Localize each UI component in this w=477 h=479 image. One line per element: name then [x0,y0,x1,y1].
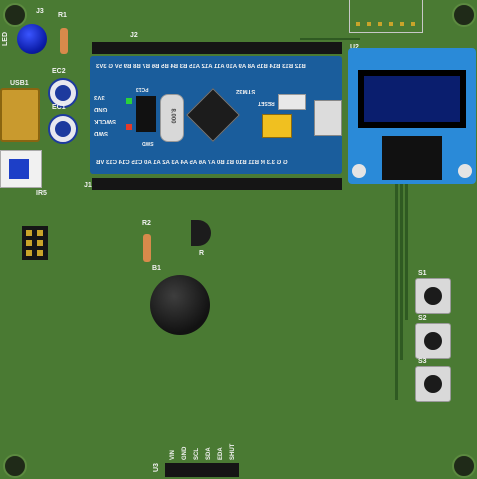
oled-screen [358,70,466,128]
button-cap [424,287,442,305]
label-j1: J1 [84,182,92,189]
pcb-board: J3 LED R1 EC2 EC1 USB1 IR5 J2 B12 B13 B1… [0,0,477,479]
mcu-chip [186,88,240,142]
label-b1: B1 [152,265,161,272]
reset-button[interactable] [278,94,306,110]
usb-connector [0,88,40,142]
oled-module [348,48,476,184]
voltage-regulator [136,96,156,132]
label-s1: S1 [418,270,427,277]
led-component [17,24,47,54]
u3-pin-shut: SHUT [230,443,236,460]
bluepill-bottom-pin-labels: G G 3.3 R B11 B10 B1 B0 A7 A6 A5 A4 A3 A… [96,160,288,166]
bluepill-top-pin-labels: B12 B13 B14 B15 A8 A9 A10 A11 A12 A15 B3… [96,64,306,70]
push-button-s2[interactable] [415,323,451,359]
led-red [126,124,132,130]
label-r2: R2 [142,220,151,227]
push-button-s1[interactable] [415,278,451,314]
label-usb1: USB1 [10,80,29,87]
u3-pin-scl: SCL [194,448,200,460]
pcb-trace [405,180,408,320]
label-ir5: IR5 [36,190,47,197]
bluepill-side-label-3v3: 3V3 [94,94,105,100]
header-j1 [92,178,342,190]
pcb-trace [300,38,360,40]
u3-pin-vin: VIN [170,449,176,460]
capacitor-ec1 [48,114,78,144]
label-s2: S2 [418,315,427,322]
stm32-bluepill-board: B12 B13 B14 B15 A8 A9 A10 A11 A12 A15 B3… [90,56,342,174]
button-cap [424,332,442,350]
label-swd: SWD [142,140,154,146]
label-s3: S3 [418,358,427,365]
label-ec1: EC1 [52,104,66,111]
mcu-label: STM32 [236,88,256,94]
label-ec2: EC2 [52,68,66,75]
mounting-hole-bottom-left [3,454,27,478]
oled-ribbon [382,136,442,180]
button-cap [424,375,442,393]
u3-pin-eda: EDA [218,447,224,460]
buzzer-b1 [150,275,210,335]
label-u3: U3 [153,463,160,472]
label-j2: J2 [130,32,138,39]
resistor-r2 [143,234,151,262]
label-r1: R1 [58,12,67,19]
pcb-trace [400,180,403,360]
mounting-hole-top-right [452,3,476,27]
label-led: LED [2,32,9,46]
label-j3: J3 [36,8,44,15]
mounting-hole-top-left [3,3,27,27]
push-button-s3[interactable] [415,366,451,402]
header-2x3 [22,226,48,260]
top-edge-connector [349,0,423,33]
ir-receiver [0,150,42,188]
label-r: R [199,250,205,257]
header-u3 [165,463,239,477]
boot-jumper[interactable] [262,114,292,138]
bluepill-side-label-swd: SWD [94,130,108,136]
crystal-oscillator: 8.000 [160,94,184,142]
bluepill-side-label-gnd: GND [94,106,108,112]
pcb-trace [395,180,398,400]
micro-usb-port[interactable] [314,100,342,136]
mounting-hole-bottom-right [452,454,476,478]
resistor-r1 [60,28,68,54]
header-j2 [92,42,342,54]
transistor-r [191,220,211,246]
led-green [126,98,132,104]
u3-pin-gnd: GND [182,446,188,460]
bluepill-side-label-swclk: SWCLK [94,118,116,124]
u3-pin-sda: SDA [206,447,212,460]
reset-label: RESET [258,100,275,106]
label-pc13: PC13 [136,86,149,92]
crystal-label: 8.000 [169,108,176,124]
